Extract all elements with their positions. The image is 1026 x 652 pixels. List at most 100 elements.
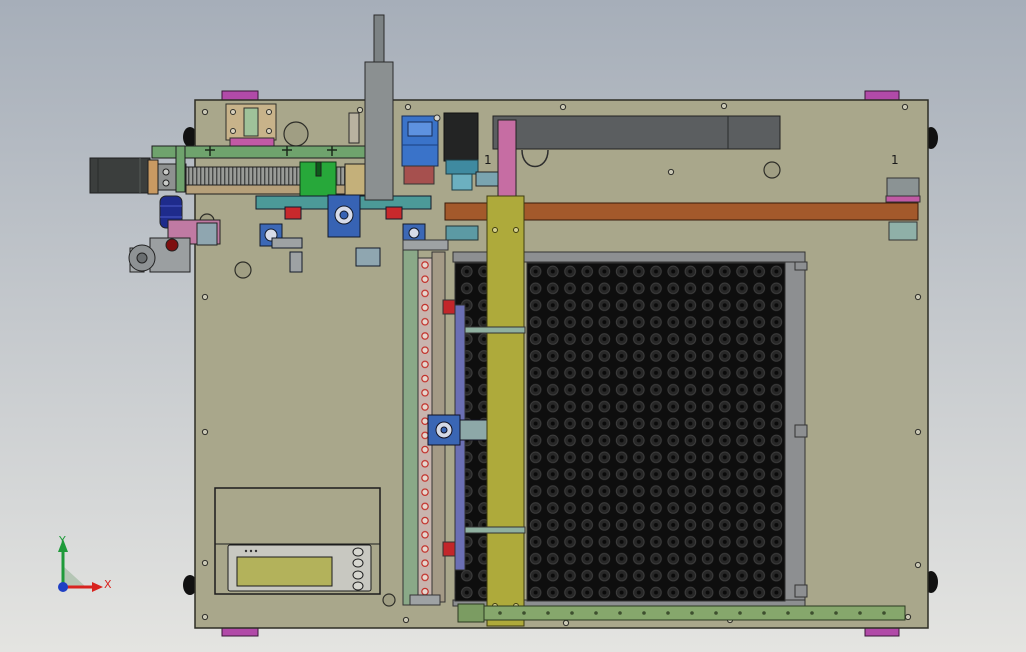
black-control-box [443, 112, 479, 162]
bracket-insert [243, 107, 259, 137]
plate-screw [201, 108, 209, 116]
plate-screw [201, 613, 209, 621]
bracket-bolt [230, 128, 236, 134]
beam-bolt [513, 227, 519, 233]
valve-fitting [165, 238, 179, 252]
rail-bolt [666, 611, 670, 615]
bracket-bolt [230, 109, 236, 115]
cylinder-base [403, 165, 435, 185]
red-limit-block [442, 541, 456, 557]
motor-flange [147, 159, 159, 195]
cylinder-rod [373, 14, 385, 64]
rail-bolt [498, 611, 502, 615]
conveyor-top-cap [402, 239, 449, 251]
hmi-indicator [249, 549, 253, 553]
hmi-button[interactable] [352, 547, 364, 557]
triad-z-axis [58, 582, 68, 592]
coupling-bolt [162, 179, 170, 187]
cross-bar-upper [464, 326, 526, 334]
servo-motor [89, 157, 151, 194]
plate-screw [914, 293, 922, 301]
plate-hole [763, 161, 781, 179]
coupling-bolt [162, 168, 170, 176]
plate-screw [356, 106, 364, 114]
rail-bolt [594, 611, 598, 615]
hmi-indicator [254, 549, 258, 553]
hmi-button[interactable] [352, 558, 364, 568]
bottom-guide-rail[interactable] [457, 603, 906, 623]
cross-bar-lower [464, 526, 526, 534]
plate-hole [283, 121, 309, 147]
plate-screw [914, 561, 922, 569]
slider-bracket [475, 171, 499, 187]
red-stopper-right [385, 206, 403, 220]
gantry-right-end [886, 177, 920, 199]
cylinder-body [364, 61, 394, 201]
red-stopper-left [284, 206, 302, 220]
plate-screw [901, 103, 909, 111]
plate-hole [382, 593, 396, 607]
hmi-button[interactable] [352, 570, 364, 580]
transfer-bracket [459, 419, 488, 441]
rail-bolt [570, 611, 574, 615]
hmi-control-panel[interactable] [214, 487, 381, 595]
rail-bolt [882, 611, 886, 615]
green-side-support [175, 145, 186, 193]
gantry-right-pad [885, 195, 921, 203]
hmi-button[interactable] [352, 581, 364, 591]
top-left-bracket[interactable] [225, 103, 277, 148]
plate-screw [404, 103, 412, 111]
plate-hole [234, 261, 252, 279]
conveyor-bottom-cap [409, 594, 441, 606]
rail-bolt [810, 611, 814, 615]
rail-bolt [738, 611, 742, 615]
triad-y-label: Y [58, 534, 66, 547]
plate-screw [667, 168, 675, 176]
rail-bolt [642, 611, 646, 615]
plate-screw [720, 102, 728, 110]
rail-bolt [618, 611, 622, 615]
sensor-box [355, 247, 381, 267]
transfer-gearbox-shaft [440, 426, 448, 434]
hmi-indicator [244, 549, 248, 553]
bracket-bolt [266, 109, 272, 115]
conveyor-side-rail [402, 249, 419, 606]
plate-screw [201, 559, 209, 567]
plate-screw [559, 103, 567, 111]
plate-screw [402, 616, 410, 624]
air-fitting [433, 114, 441, 122]
plate-screw [914, 428, 922, 436]
valve-wheel-hub [136, 252, 148, 264]
plate-screw [904, 613, 912, 621]
gantry-right-foot [888, 221, 918, 241]
beam-bolt [492, 227, 498, 233]
side-clamp [348, 112, 360, 144]
blue-cylinder-window [407, 121, 433, 137]
tray-grid-main[interactable] [526, 262, 786, 602]
rail-bolt [690, 611, 694, 615]
control-box-mount [445, 159, 479, 175]
actuator-pink-slider [497, 119, 517, 201]
transfer-gearbox[interactable] [427, 414, 488, 446]
carriage-slot [315, 161, 322, 177]
control-box-bracket [451, 173, 473, 191]
link-arm [271, 237, 303, 249]
end-bearing-block [344, 163, 366, 196]
red-limit-block [442, 299, 456, 315]
tray-frame-notch [794, 424, 808, 438]
part-label: 1 [484, 153, 492, 167]
gantry-left-end [445, 225, 479, 241]
tray-frame-notch [794, 261, 808, 271]
hmi-lcd-screen[interactable] [236, 556, 333, 587]
valve-clamp [196, 222, 218, 246]
bottom-rail-end-block [457, 603, 485, 623]
gearbox-right-ring [408, 227, 420, 239]
triad-x-label: X [104, 578, 112, 591]
cad-viewport[interactable]: 1 1 Y X [0, 0, 1026, 652]
ball-screw [185, 166, 366, 186]
plate-screw [562, 619, 570, 627]
rail-bolt [522, 611, 526, 615]
plate-screw [201, 293, 209, 301]
tray-frame-notch [794, 584, 808, 598]
rail-bolt [762, 611, 766, 615]
